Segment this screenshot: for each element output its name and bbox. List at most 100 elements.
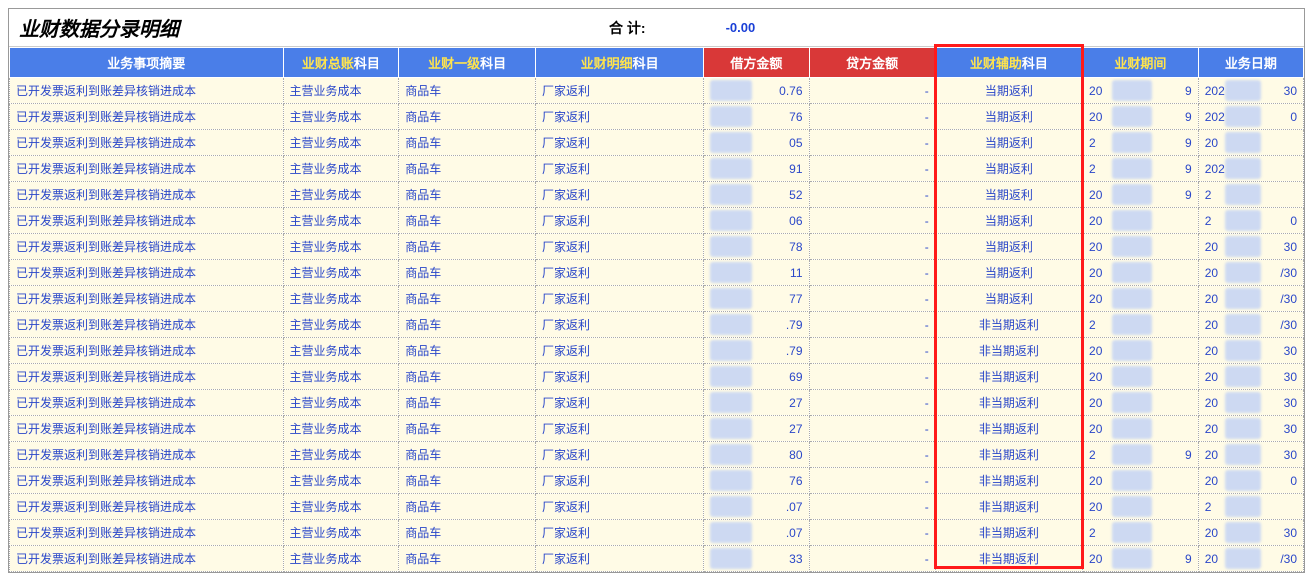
data-cell: - bbox=[809, 442, 935, 468]
data-cell: 已开发票返利到账差异核销进成本 bbox=[10, 208, 284, 234]
data-cell: 主营业务成本 bbox=[283, 312, 399, 338]
data-cell: 厂家返利 bbox=[535, 234, 703, 260]
data-cell: 非当期返利 bbox=[935, 390, 1082, 416]
data-cell: 已开发票返利到账差异核销进成本 bbox=[10, 338, 284, 364]
data-cell: 非当期返利 bbox=[935, 546, 1082, 572]
data-cell: 33 bbox=[704, 546, 809, 572]
data-cell: 80 bbox=[704, 442, 809, 468]
title-row: 业财数据分录明细 合 计: -0.00 bbox=[9, 9, 1304, 47]
data-cell: 商品车 bbox=[399, 546, 536, 572]
data-cell: 已开发票返利到账差异核销进成本 bbox=[10, 312, 284, 338]
data-cell: 主营业务成本 bbox=[283, 286, 399, 312]
data-cell: .79 bbox=[704, 312, 809, 338]
data-cell: 已开发票返利到账差异核销进成本 bbox=[10, 468, 284, 494]
data-cell: 11 bbox=[704, 260, 809, 286]
data-cell: 厂家返利 bbox=[535, 494, 703, 520]
data-cell: 非当期返利 bbox=[935, 468, 1082, 494]
data-cell: 已开发票返利到账差异核销进成本 bbox=[10, 78, 284, 104]
data-cell: - bbox=[809, 338, 935, 364]
data-cell: 27 bbox=[704, 416, 809, 442]
data-cell: 厂家返利 bbox=[535, 442, 703, 468]
data-cell: 主营业务成本 bbox=[283, 520, 399, 546]
header-cell: 业务日期 bbox=[1198, 48, 1303, 78]
data-cell: 20 bbox=[1083, 286, 1199, 312]
data-cell: - bbox=[809, 182, 935, 208]
data-cell: 20/30 bbox=[1198, 312, 1303, 338]
data-cell: 已开发票返利到账差异核销进成本 bbox=[10, 182, 284, 208]
header-cell: 借方金额 bbox=[704, 48, 809, 78]
data-cell: 20 bbox=[1083, 468, 1199, 494]
table-row: 已开发票返利到账差异核销进成本主营业务成本商品车厂家返利91-当期返利29202 bbox=[10, 156, 1304, 182]
data-cell: 主营业务成本 bbox=[283, 546, 399, 572]
data-cell: 当期返利 bbox=[935, 104, 1082, 130]
data-cell: - bbox=[809, 390, 935, 416]
data-cell: 209 bbox=[1083, 104, 1199, 130]
data-cell: - bbox=[809, 494, 935, 520]
data-cell: 2 bbox=[1083, 520, 1199, 546]
data-cell: 20/30 bbox=[1198, 260, 1303, 286]
table-row: 已开发票返利到账差异核销进成本主营业务成本商品车厂家返利27-非当期返利2020… bbox=[10, 416, 1304, 442]
data-cell: 已开发票返利到账差异核销进成本 bbox=[10, 364, 284, 390]
data-cell: 厂家返利 bbox=[535, 520, 703, 546]
data-cell: 2030 bbox=[1198, 520, 1303, 546]
data-cell: - bbox=[809, 286, 935, 312]
data-cell: 已开发票返利到账差异核销进成本 bbox=[10, 156, 284, 182]
data-cell: - bbox=[809, 468, 935, 494]
data-cell: 06 bbox=[704, 208, 809, 234]
data-cell: 非当期返利 bbox=[935, 494, 1082, 520]
data-cell: 已开发票返利到账差异核销进成本 bbox=[10, 234, 284, 260]
data-cell: .07 bbox=[704, 494, 809, 520]
data-cell: 非当期返利 bbox=[935, 364, 1082, 390]
data-cell: 已开发票返利到账差异核销进成本 bbox=[10, 546, 284, 572]
table-row: 已开发票返利到账差异核销进成本主营业务成本商品车厂家返利.07-非当期返利220… bbox=[10, 520, 1304, 546]
data-cell: 209 bbox=[1083, 546, 1199, 572]
data-cell: 商品车 bbox=[399, 494, 536, 520]
data-cell: 已开发票返利到账差异核销进成本 bbox=[10, 130, 284, 156]
data-cell: .79 bbox=[704, 338, 809, 364]
data-cell: 主营业务成本 bbox=[283, 364, 399, 390]
data-cell: 已开发票返利到账差异核销进成本 bbox=[10, 494, 284, 520]
data-cell: 当期返利 bbox=[935, 234, 1082, 260]
data-cell: 厂家返利 bbox=[535, 78, 703, 104]
data-cell: .07 bbox=[704, 520, 809, 546]
data-cell: - bbox=[809, 312, 935, 338]
data-cell: 主营业务成本 bbox=[283, 390, 399, 416]
data-cell: 商品车 bbox=[399, 260, 536, 286]
data-cell: 商品车 bbox=[399, 104, 536, 130]
data-cell: 主营业务成本 bbox=[283, 494, 399, 520]
report-container: 业财数据分录明细 合 计: -0.00 业务事项摘要业财总账科目业财一级科目业财… bbox=[8, 8, 1305, 573]
data-cell: 厂家返利 bbox=[535, 416, 703, 442]
data-cell: 商品车 bbox=[399, 286, 536, 312]
data-cell: 20/30 bbox=[1198, 546, 1303, 572]
table-body: 已开发票返利到账差异核销进成本主营业务成本商品车厂家返利0.76-当期返利209… bbox=[10, 78, 1304, 572]
data-cell: 已开发票返利到账差异核销进成本 bbox=[10, 520, 284, 546]
data-cell: 已开发票返利到账差异核销进成本 bbox=[10, 390, 284, 416]
data-cell: 当期返利 bbox=[935, 208, 1082, 234]
data-cell: 76 bbox=[704, 104, 809, 130]
data-cell: 20/30 bbox=[1198, 286, 1303, 312]
data-cell: 20 bbox=[1083, 390, 1199, 416]
data-cell: 厂家返利 bbox=[535, 546, 703, 572]
data-cell: 2 bbox=[1198, 494, 1303, 520]
data-cell: 20 bbox=[1083, 416, 1199, 442]
data-cell: 20 bbox=[1083, 364, 1199, 390]
total-label: 合 计: bbox=[609, 18, 646, 38]
data-cell: 主营业务成本 bbox=[283, 468, 399, 494]
data-cell: 非当期返利 bbox=[935, 338, 1082, 364]
data-cell: 29 bbox=[1083, 130, 1199, 156]
header-cell: 业财明细科目 bbox=[535, 48, 703, 78]
table-row: 已开发票返利到账差异核销进成本主营业务成本商品车厂家返利33-非当期返利2092… bbox=[10, 546, 1304, 572]
data-cell: 202 bbox=[1198, 156, 1303, 182]
data-cell: 商品车 bbox=[399, 364, 536, 390]
data-cell: 20 bbox=[1083, 208, 1199, 234]
data-cell: 209 bbox=[1083, 182, 1199, 208]
data-cell: 20230 bbox=[1198, 78, 1303, 104]
data-cell: 主营业务成本 bbox=[283, 78, 399, 104]
data-cell: 商品车 bbox=[399, 78, 536, 104]
table-row: 已开发票返利到账差异核销进成本主营业务成本商品车厂家返利.07-非当期返利202 bbox=[10, 494, 1304, 520]
data-cell: 商品车 bbox=[399, 520, 536, 546]
data-cell: 非当期返利 bbox=[935, 520, 1082, 546]
table-row: 已开发票返利到账差异核销进成本主营业务成本商品车厂家返利0.76-当期返利209… bbox=[10, 78, 1304, 104]
data-cell: 209 bbox=[1083, 78, 1199, 104]
data-cell: 主营业务成本 bbox=[283, 338, 399, 364]
